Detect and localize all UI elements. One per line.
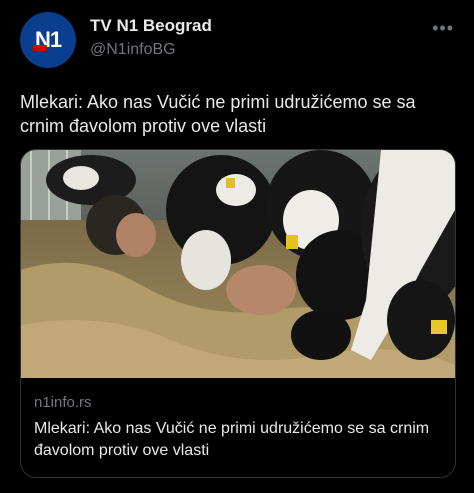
- card-title[interactable]: Mlekari: Ako nas Vučić ne primi udružiće…: [34, 418, 444, 462]
- link-card[interactable]: n1info.rs Mlekari: Ako nas Vučić ne prim…: [20, 149, 456, 478]
- cows-eating-hay-image[interactable]: [21, 150, 455, 378]
- more-horizontal-icon[interactable]: •••: [432, 18, 454, 39]
- tweet-text: Mlekari: Ako nas Vučić ne primi udružiće…: [20, 92, 416, 136]
- cnn-badge-icon: [33, 45, 47, 51]
- account-handle[interactable]: @N1infoBG: [90, 41, 176, 59]
- card-domain: n1info.rs: [34, 394, 92, 411]
- account-name[interactable]: TV N1 Beograd: [90, 16, 212, 36]
- avatar[interactable]: N1: [20, 12, 76, 68]
